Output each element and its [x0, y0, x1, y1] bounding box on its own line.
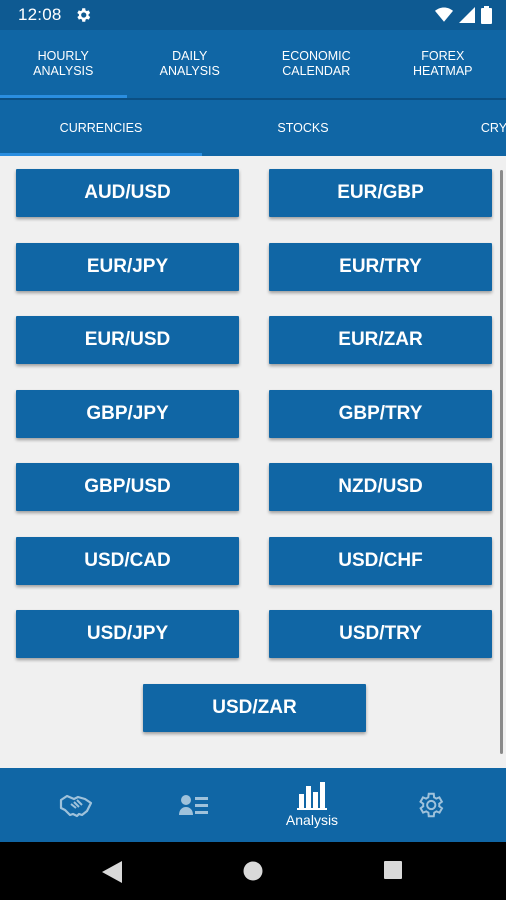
- pair-button-nzd-usd[interactable]: NZD/USD: [269, 463, 492, 511]
- tab-hourly-analysis[interactable]: Hourly Analysis: [0, 30, 127, 98]
- pair-button-gbp-try[interactable]: GBP/TRY: [269, 389, 492, 438]
- scrollbar[interactable]: [500, 170, 503, 754]
- tab-label: Daily Analysis: [159, 49, 220, 78]
- tab-daily-analysis[interactable]: Daily Analysis: [127, 30, 254, 98]
- pair-button-eur-jpy[interactable]: EUR/JPY: [16, 242, 239, 291]
- sub-tab-bar: Currencies Stocks Cry: [0, 100, 506, 156]
- pair-button-gbp-usd[interactable]: GBP/USD: [16, 463, 239, 511]
- wifi-icon: [435, 7, 453, 23]
- tab-label: Economic Calendar: [281, 49, 351, 78]
- battery-icon: [481, 6, 492, 24]
- nav-contacts[interactable]: [135, 768, 253, 842]
- pair-button-eur-try[interactable]: EUR/TRY: [269, 242, 492, 291]
- status-time: 12:08: [18, 5, 62, 24]
- bar-chart-icon: [297, 782, 327, 810]
- pair-button-aud-usd[interactable]: AUD/USD: [16, 169, 239, 217]
- nav-settings[interactable]: [371, 768, 489, 842]
- tab-stocks[interactable]: Stocks: [202, 100, 404, 156]
- top-tab-bar: Hourly Analysis Daily Analysis Economic …: [0, 30, 506, 98]
- recents-icon[interactable]: [384, 861, 402, 879]
- nav-partners[interactable]: [17, 768, 135, 842]
- pair-button-usd-chf[interactable]: USD/CHF: [269, 536, 492, 585]
- pair-button-usd-try[interactable]: USD/TRY: [269, 610, 492, 658]
- pair-button-usd-cad[interactable]: USD/CAD: [16, 536, 239, 585]
- tab-label: Cry: [480, 121, 506, 135]
- pair-button-eur-usd[interactable]: EUR/USD: [16, 316, 239, 364]
- status-bar: 12:08: [0, 0, 506, 30]
- pair-button-usd-jpy[interactable]: USD/JPY: [16, 610, 239, 658]
- handshake-icon: [59, 792, 93, 818]
- signal-icon: [459, 7, 475, 23]
- pair-button-eur-gbp[interactable]: EUR/GBP: [269, 169, 492, 217]
- tab-label: Currencies: [59, 121, 143, 135]
- pair-button-eur-zar[interactable]: EUR/ZAR: [269, 316, 492, 364]
- tab-crypto[interactable]: Cry: [404, 100, 506, 156]
- contacts-list-icon: [179, 793, 209, 817]
- system-navigation-bar: [0, 842, 506, 900]
- pair-button-gbp-jpy[interactable]: GBP/JPY: [16, 389, 239, 438]
- tab-economic-calendar[interactable]: Economic Calendar: [253, 30, 380, 98]
- bottom-navigation: Analysis: [0, 768, 506, 842]
- tab-label: Hourly Analysis: [33, 49, 94, 78]
- nav-analysis-label: Analysis: [285, 812, 339, 828]
- tab-currencies[interactable]: Currencies: [0, 100, 202, 156]
- currency-pairs-grid: AUD/USD EUR/GBP EUR/JPY EUR/TRY EUR/USD EUR/Z…: [0, 156, 506, 768]
- tab-label: Forex Heatmap: [413, 49, 473, 78]
- nav-analysis[interactable]: Analysis: [253, 768, 371, 842]
- gear-icon: [415, 790, 445, 820]
- tab-label: Stocks: [277, 121, 329, 135]
- settings-notification-icon: [74, 6, 92, 24]
- back-icon[interactable]: [102, 861, 122, 883]
- tab-forex-heatmap[interactable]: Forex Heatmap: [380, 30, 506, 98]
- pair-button-usd-zar[interactable]: USD/ZAR: [143, 683, 366, 732]
- home-icon[interactable]: [243, 861, 263, 881]
- currency-pairs-panel: AUD/USD EUR/GBP EUR/JPY EUR/TRY EUR/USD EUR/Z…: [0, 156, 506, 768]
